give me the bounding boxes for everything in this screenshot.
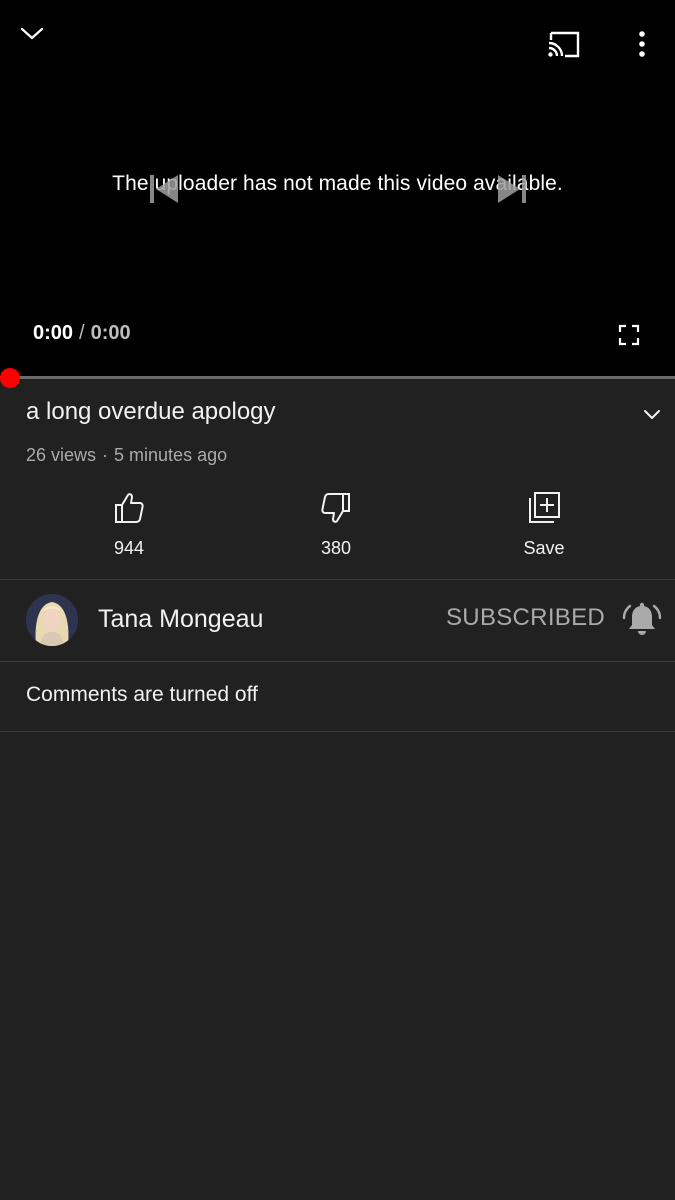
- like-button[interactable]: 944: [69, 486, 189, 566]
- divider: [0, 661, 675, 662]
- channel-row[interactable]: Tana Mongeau SUBSCRIBED: [0, 580, 675, 661]
- progress-bar[interactable]: [0, 376, 675, 379]
- meta-separator: ·: [102, 445, 109, 465]
- channel-avatar[interactable]: [26, 594, 78, 646]
- chevron-down-icon: [644, 410, 660, 419]
- video-title: a long overdue apology: [26, 398, 276, 425]
- video-meta: 26 views · 5 minutes ago: [26, 445, 227, 466]
- bell-ringing-icon: [622, 602, 662, 635]
- comments-status: Comments are turned off: [26, 683, 258, 706]
- unavailable-message: The uploader has not made this video ava…: [112, 172, 563, 195]
- video-player[interactable]: The uploader has not made this video ava…: [0, 0, 675, 388]
- current-time: 0:00: [33, 322, 74, 344]
- action-bar: 944 380 Save: [0, 486, 675, 578]
- skip-next-icon[interactable]: [492, 172, 530, 206]
- view-count: 26 views: [26, 445, 97, 465]
- dislike-button[interactable]: 380: [276, 486, 396, 566]
- skip-previous-icon[interactable]: [146, 172, 184, 206]
- progress-scrubber[interactable]: [0, 368, 20, 388]
- avatar-image: [26, 594, 78, 646]
- save-label: Save: [523, 538, 565, 558]
- cast-button[interactable]: [540, 24, 586, 64]
- publish-time: 5 minutes ago: [114, 445, 228, 465]
- fullscreen-button[interactable]: [610, 316, 648, 354]
- save-button[interactable]: Save: [484, 486, 604, 566]
- more-options-button[interactable]: [626, 24, 658, 64]
- like-count: 944: [113, 538, 145, 558]
- chevron-down-icon: [20, 27, 44, 40]
- fullscreen-icon: [618, 324, 640, 346]
- expand-description-button[interactable]: [636, 400, 668, 430]
- divider: [0, 731, 675, 732]
- time-separator: /: [79, 322, 85, 344]
- thumbs-down-icon: [321, 493, 350, 523]
- dislike-count: 380: [320, 538, 352, 558]
- subscribed-button[interactable]: SUBSCRIBED: [446, 604, 605, 632]
- add-to-playlist-icon: [529, 492, 560, 523]
- collapse-button[interactable]: [14, 16, 50, 52]
- thumbs-up-icon: [115, 493, 144, 523]
- cast-icon: [548, 31, 580, 58]
- more-vert-icon: [639, 31, 645, 57]
- time-display: 0:00/0:00: [33, 322, 131, 345]
- channel-name[interactable]: Tana Mongeau: [98, 605, 263, 634]
- duration: 0:00: [90, 322, 131, 344]
- notification-bell-button[interactable]: [622, 600, 662, 640]
